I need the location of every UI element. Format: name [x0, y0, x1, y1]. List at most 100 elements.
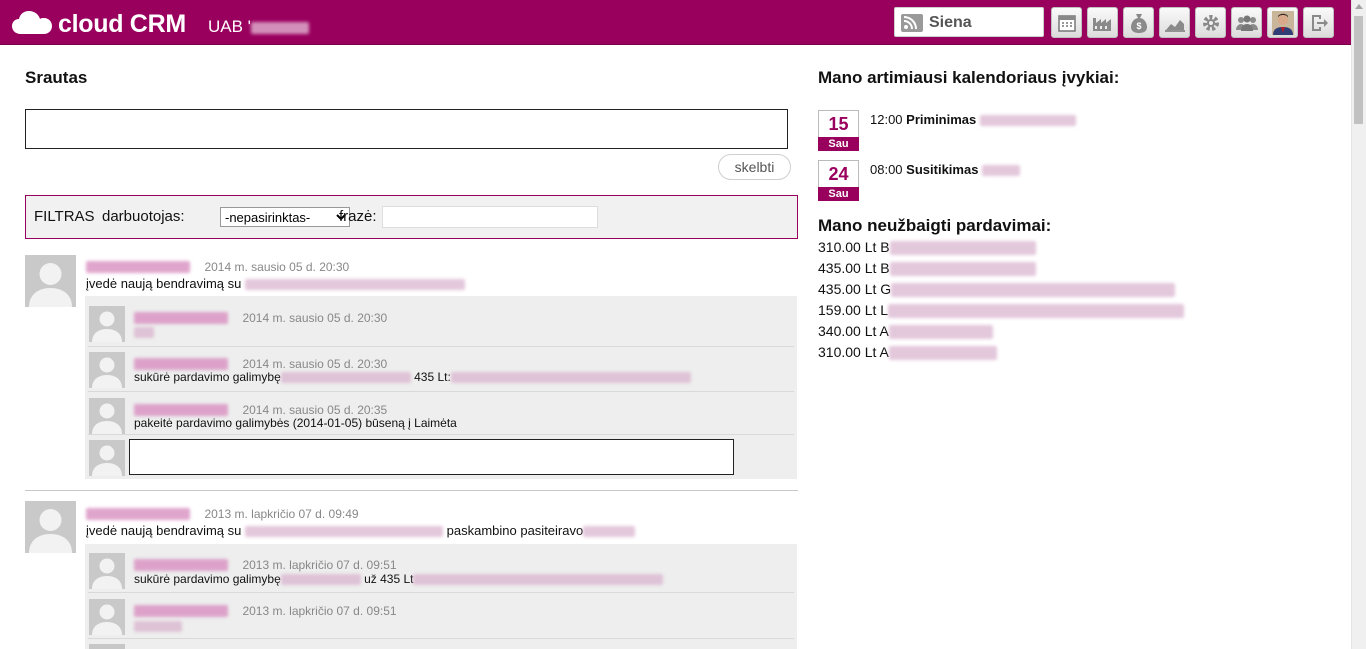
- svg-text:$: $: [1136, 21, 1141, 31]
- reports-button[interactable]: [1159, 7, 1190, 38]
- comment-divider: [88, 592, 794, 593]
- sale-item[interactable]: 435.00 Lt G: [818, 281, 1176, 298]
- sale-item[interactable]: 310.00 Lt A: [818, 344, 997, 361]
- default-avatar-icon: [89, 440, 125, 476]
- chart-icon: [1164, 19, 1185, 32]
- avatar: [89, 398, 125, 434]
- calendar-date-badge: 24 Sau: [818, 160, 859, 201]
- filter-bar: FILTRAS darbuotojas: -nepasirinktas- fra…: [25, 195, 798, 239]
- sale-item[interactable]: 159.00 Lt L: [818, 302, 1185, 319]
- author-name[interactable]: [134, 357, 228, 370]
- top-bar: cloud CRM UAB ' Siena $: [0, 0, 1352, 45]
- rss-icon: [901, 14, 923, 32]
- gear-icon: [1202, 14, 1219, 31]
- factory-icon: [1092, 17, 1111, 31]
- filter-title: FILTRAS: [34, 208, 95, 225]
- activity-text: įvedė naują bendravimą su: [86, 276, 466, 291]
- user-avatar-icon: [1271, 10, 1294, 35]
- author-name[interactable]: [134, 311, 228, 324]
- comment-text: pakeitė pardavimo galimybės (2014-01-05)…: [134, 416, 457, 430]
- activity-timestamp: 2014 m. sausio 05 d. 20:30: [204, 260, 350, 274]
- avatar: [25, 501, 76, 553]
- avatar: [89, 440, 125, 476]
- money-bag-icon: $: [1130, 13, 1147, 33]
- calendar-date-badge: 15 Sau: [818, 110, 859, 151]
- siena-label: Siena: [929, 14, 972, 31]
- sale-item[interactable]: 340.00 Lt A: [818, 323, 993, 340]
- default-avatar-icon: [25, 501, 76, 553]
- comment-timestamp: 2014 m. sausio 05 d. 20:30: [242, 357, 388, 371]
- calendar-icon: [1057, 14, 1076, 32]
- sales-title: Mano neužbaigti pardavimai:: [818, 216, 1052, 235]
- employee-label: darbuotojas:: [102, 208, 185, 225]
- company-name: UAB ': [208, 17, 309, 37]
- scroll-up-arrow-icon[interactable]: [1355, 4, 1363, 9]
- post-button[interactable]: skelbti: [718, 154, 791, 180]
- avatar: [89, 352, 125, 388]
- avatar: [25, 255, 76, 307]
- default-avatar-icon: [89, 599, 125, 635]
- comment-text: sukūrė pardavimo galimybę 435 Lt:: [134, 370, 691, 384]
- comment-header: 2014 m. sausio 05 d. 20:30: [134, 309, 387, 327]
- comment-divider: [88, 346, 794, 347]
- post-input[interactable]: [25, 109, 788, 149]
- phrase-input[interactable]: [382, 206, 598, 228]
- comment-text: [134, 618, 182, 633]
- author-name[interactable]: [134, 558, 228, 571]
- profile-button[interactable]: [1267, 7, 1298, 38]
- author-name[interactable]: [86, 507, 190, 520]
- calendar-weekday: Sau: [818, 137, 859, 151]
- comment-text: sukūrė pardavimo galimybę už 435 Lt: [134, 572, 664, 586]
- activity-timestamp: 2013 m. lapkričio 07 d. 09:49: [204, 507, 359, 521]
- comment-text: [134, 324, 154, 339]
- brand-title: cloud CRM: [58, 10, 186, 38]
- users-icon: [1235, 15, 1258, 31]
- calendar-title: Mano artimiausi kalendoriaus įvykiai:: [818, 68, 1120, 87]
- sales-button[interactable]: $: [1123, 7, 1154, 38]
- calendar-day: 15: [828, 114, 849, 134]
- page-scrollbar[interactable]: [1351, 0, 1366, 649]
- scroll-thumb[interactable]: [1354, 16, 1363, 124]
- default-avatar-icon: [89, 398, 125, 434]
- activity-header: 2014 m. sausio 05 d. 20:30: [86, 258, 349, 276]
- comment-divider: [88, 434, 794, 435]
- settings-button[interactable]: [1195, 7, 1226, 38]
- author-name[interactable]: [134, 604, 228, 617]
- stream-title: Srautas: [25, 68, 88, 87]
- comment-timestamp: 2014 m. sausio 05 d. 20:30: [242, 311, 388, 325]
- author-name[interactable]: [86, 260, 190, 273]
- comment-timestamp: 2013 m. lapkričio 07 d. 09:51: [242, 604, 397, 618]
- activity-text: įvedė naują bendravimą su paskambino pas…: [86, 523, 636, 538]
- comment-input[interactable]: [129, 439, 734, 475]
- comment-divider: [88, 391, 794, 392]
- cloud-logo-icon: [12, 11, 52, 34]
- calendar-event[interactable]: 12:00 Priminimas: [870, 112, 1076, 127]
- calendar-day: 24: [828, 164, 849, 184]
- employee-select[interactable]: -nepasirinktas-: [220, 207, 350, 227]
- calendar-button[interactable]: [1051, 7, 1082, 38]
- comment-timestamp: 2014 m. sausio 05 d. 20:35: [242, 403, 388, 417]
- default-avatar-icon: [89, 553, 125, 589]
- calendar-weekday: Sau: [818, 187, 859, 201]
- sale-item[interactable]: 310.00 Lt B: [818, 239, 1036, 256]
- default-avatar-icon: [25, 255, 76, 307]
- comment-timestamp: 2013 m. lapkričio 07 d. 09:51: [242, 558, 397, 572]
- default-avatar-icon: [89, 306, 125, 342]
- default-avatar-icon: [89, 352, 125, 388]
- avatar: [89, 553, 125, 589]
- author-name[interactable]: [134, 403, 228, 416]
- avatar: [89, 306, 125, 342]
- logout-icon: [1311, 14, 1328, 31]
- avatar: [89, 599, 125, 635]
- activity-divider: [25, 490, 798, 491]
- activity-header: 2013 m. lapkričio 07 d. 09:49: [86, 505, 359, 523]
- sale-item[interactable]: 435.00 Lt B: [818, 260, 1036, 277]
- comment-divider: [88, 638, 794, 639]
- calendar-event[interactable]: 08:00 Susitikimas: [870, 162, 1021, 177]
- avatar: [89, 644, 125, 649]
- users-button[interactable]: [1231, 7, 1262, 38]
- logout-button[interactable]: [1303, 7, 1334, 38]
- phrase-label: frazė:: [339, 208, 377, 225]
- siena-button[interactable]: Siena: [894, 7, 1044, 37]
- companies-button[interactable]: [1087, 7, 1118, 38]
